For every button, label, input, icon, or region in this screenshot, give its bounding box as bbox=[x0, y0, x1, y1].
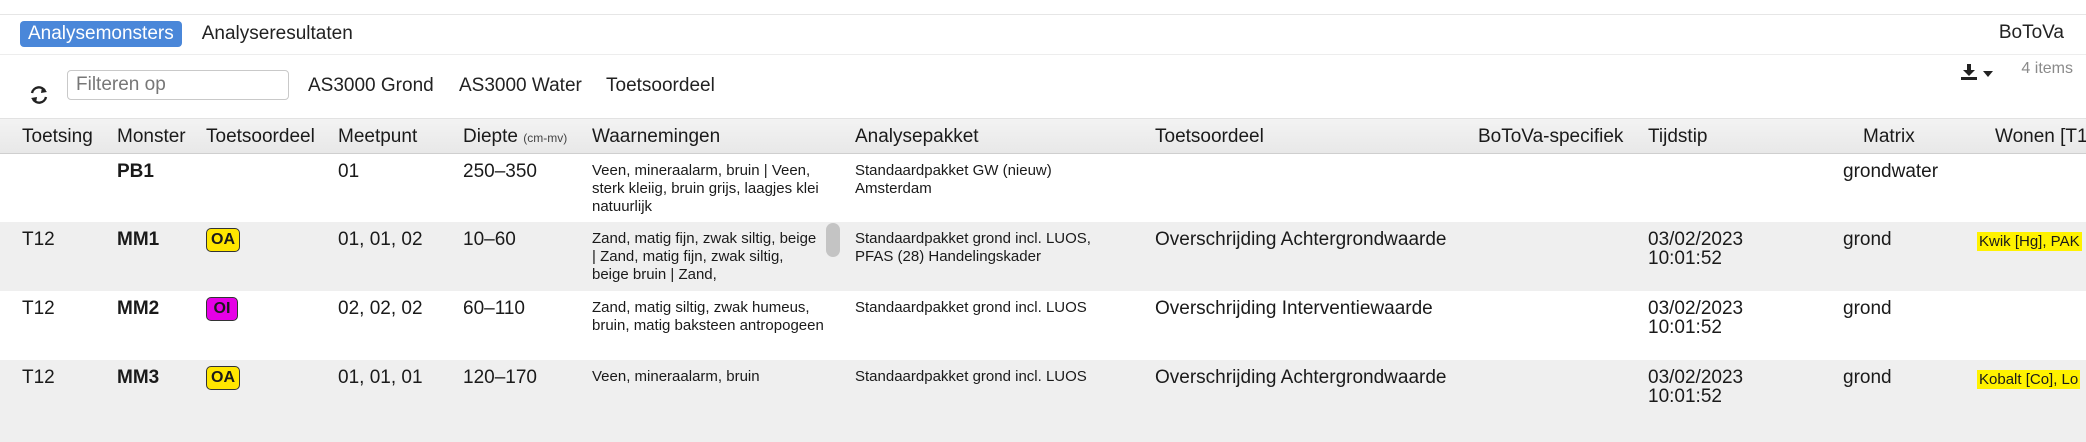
cell-waarnemingen: Veen, mineraalarm, bruin | Veen, sterk k… bbox=[592, 162, 819, 215]
table-row[interactable]: PB1 01 250–350 Veen, mineraalarm, bruin … bbox=[0, 154, 2086, 223]
cell-wonen-highlight: Kobalt [Co], Lo bbox=[1977, 370, 2081, 389]
cell-diepte: 10–60 bbox=[463, 229, 516, 250]
col-toetsoordeel-short[interactable]: Toetsoordeel bbox=[206, 126, 315, 148]
cell-analysepakket: Standaardpakket GW (nieuw) Amsterdam bbox=[855, 162, 1052, 197]
tab-bar: Analysemonsters Analyseresultaten bbox=[20, 20, 373, 48]
cell-meetpunt: 01 bbox=[338, 161, 360, 182]
tabbar-divider bbox=[0, 54, 2086, 55]
col-monster[interactable]: Monster bbox=[117, 126, 186, 148]
toetsoordeel-badge-oa: OA bbox=[206, 366, 240, 390]
cell-meetpunt: 01, 01, 02 bbox=[338, 229, 423, 250]
cell-diepte: 250–350 bbox=[463, 161, 537, 182]
cell-monster: PB1 bbox=[117, 161, 154, 182]
col-meetpunt[interactable]: Meetpunt bbox=[338, 126, 417, 148]
tab-analyseresultaten[interactable]: Analyseresultaten bbox=[194, 21, 361, 47]
cell-tijdstip-time: 10:01:52 bbox=[1648, 386, 1722, 407]
cell-toetsoordeel: Overschrijding Interventiewaarde bbox=[1155, 298, 1433, 319]
table-row[interactable]: T12 MM2 OI 02, 02, 02 60–110 Zand, matig… bbox=[0, 291, 2086, 360]
cell-toetsing: T12 bbox=[22, 229, 55, 250]
col-botova-specifiek[interactable]: BoToVa-specifiek bbox=[1478, 126, 1623, 148]
col-diepte-label: Diepte bbox=[463, 126, 518, 147]
cell-wonen-highlight: Kwik [Hg], PAK bbox=[1977, 232, 2082, 251]
col-analysepakket[interactable]: Analysepakket bbox=[855, 126, 979, 148]
cell-monster: MM1 bbox=[117, 229, 160, 250]
toolbar: AS3000 Grond AS3000 Water Toetsoordeel 4… bbox=[0, 56, 2086, 120]
col-diepte[interactable]: Diepte (cm-mv) bbox=[463, 126, 567, 148]
cell-tijdstip-date: 03/02/2023 bbox=[1648, 229, 1744, 250]
table-header: Toetsing Monster Toetsoordeel Meetpunt D… bbox=[0, 118, 2086, 154]
col-matrix[interactable]: Matrix bbox=[1863, 126, 1915, 148]
col-toetsoordeel[interactable]: Toetsoordeel bbox=[1155, 126, 1264, 148]
col-waarnemingen[interactable]: Waarnemingen bbox=[592, 126, 720, 148]
col-toetsing[interactable]: Toetsing bbox=[22, 126, 93, 148]
cell-tijdstip-date: 03/02/2023 bbox=[1648, 298, 1744, 319]
refresh-icon[interactable] bbox=[28, 84, 50, 106]
cell-waarnemingen: Veen, mineraalarm, bruin bbox=[592, 368, 760, 385]
top-divider bbox=[0, 14, 2086, 15]
cell-matrix: grond bbox=[1843, 367, 1892, 388]
cell-tijdstip-date: 03/02/2023 bbox=[1648, 367, 1744, 388]
table-row[interactable]: T12 MM1 OA 01, 01, 02 10–60 Zand, matig … bbox=[0, 222, 2086, 291]
download-menu[interactable] bbox=[1960, 63, 1994, 86]
col-tijdstip[interactable]: Tijdstip bbox=[1648, 126, 1707, 148]
filter-input[interactable] bbox=[67, 70, 289, 100]
cell-toetsing: T12 bbox=[22, 367, 55, 388]
cell-tijdstip-time: 10:01:52 bbox=[1648, 248, 1722, 269]
cell-analysepakket: Standaardpakket grond incl. LUOS, PFAS (… bbox=[855, 230, 1091, 265]
cell-tijdstip-time: 10:01:52 bbox=[1648, 317, 1722, 338]
toetsoordeel-button[interactable]: Toetsoordeel bbox=[606, 75, 715, 97]
cell-waarnemingen: Zand, matig siltig, zwak humeus, bruin, … bbox=[592, 299, 824, 334]
as3000-grond-button[interactable]: AS3000 Grond bbox=[308, 75, 434, 97]
toetsoordeel-badge-oa: OA bbox=[206, 228, 240, 252]
col-diepte-unit: (cm-mv) bbox=[523, 131, 568, 145]
tab-analysemonsters[interactable]: Analysemonsters bbox=[20, 21, 182, 47]
item-count: 4 items bbox=[2021, 60, 2073, 77]
toetsoordeel-badge-oi: OI bbox=[206, 297, 238, 321]
cell-toetsoordeel: Overschrijding Achtergrondwaarde bbox=[1155, 229, 1447, 250]
cell-matrix: grondwater bbox=[1843, 161, 1939, 182]
cell-monster: MM2 bbox=[117, 298, 160, 319]
cell-matrix: grond bbox=[1843, 298, 1892, 319]
cell-meetpunt: 01, 01, 01 bbox=[338, 367, 423, 388]
cell-matrix: grond bbox=[1843, 229, 1892, 250]
cell-scrollbar-thumb[interactable] bbox=[826, 223, 840, 257]
cell-monster: MM3 bbox=[117, 367, 160, 388]
app-brand: BoToVa bbox=[1998, 22, 2064, 43]
caret-down-icon bbox=[1982, 65, 1994, 83]
as3000-water-button[interactable]: AS3000 Water bbox=[459, 75, 582, 97]
cell-waarnemingen: Zand, matig fijn, zwak siltig, beige | Z… bbox=[592, 230, 817, 283]
download-icon bbox=[1960, 63, 1978, 86]
cell-toetsing: T12 bbox=[22, 298, 55, 319]
cell-toetsoordeel: Overschrijding Achtergrondwaarde bbox=[1155, 367, 1447, 388]
cell-diepte: 120–170 bbox=[463, 367, 537, 388]
table-row[interactable]: T12 MM3 OA 01, 01, 01 120–170 Veen, mine… bbox=[0, 360, 2086, 442]
cell-meetpunt: 02, 02, 02 bbox=[338, 298, 423, 319]
cell-analysepakket: Standaardpakket grond incl. LUOS bbox=[855, 299, 1087, 316]
col-wonen[interactable]: Wonen [T1 bbox=[1995, 126, 2086, 148]
cell-analysepakket: Standaardpakket grond incl. LUOS bbox=[855, 368, 1087, 385]
cell-diepte: 60–110 bbox=[463, 298, 525, 319]
